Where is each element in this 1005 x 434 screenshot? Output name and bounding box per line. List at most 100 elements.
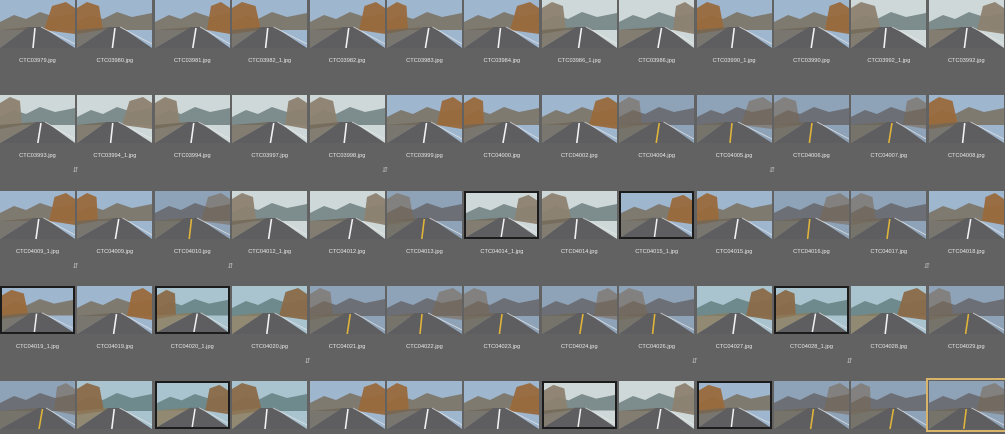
photo-cell[interactable]: CTC03999.jpg <box>387 95 462 165</box>
photo-thumbnail[interactable] <box>77 190 153 239</box>
photo-thumbnail[interactable] <box>309 285 385 334</box>
photo-cell[interactable]: CTC04015.jpg <box>696 190 772 261</box>
photo-thumbnail[interactable] <box>851 381 927 430</box>
photo-thumbnail[interactable] <box>0 95 75 144</box>
photo-cell[interactable]: CTC03992_1.jpg <box>851 0 927 70</box>
photo-cell[interactable] <box>925 378 1005 434</box>
photo-thumbnail[interactable] <box>232 285 308 334</box>
photo-cell[interactable]: CTC03997.jpg <box>232 95 308 165</box>
photo-cell[interactable] <box>464 381 540 434</box>
photo-thumbnail[interactable] <box>619 285 695 334</box>
photo-thumbnail[interactable] <box>387 285 462 334</box>
photo-cell[interactable]: CTC04019.jpg <box>77 285 153 356</box>
photo-thumbnail[interactable] <box>774 285 849 334</box>
photo-thumbnail[interactable] <box>77 95 153 144</box>
photo-thumbnail[interactable] <box>696 381 772 430</box>
photo-cell[interactable] <box>851 381 927 434</box>
photo-thumbnail[interactable] <box>154 190 230 239</box>
photo-cell[interactable]: CTC04019_1.jpg <box>0 285 75 356</box>
photo-cell[interactable] <box>696 381 772 434</box>
stack-badge-icon[interactable]: ⇵ <box>72 263 79 270</box>
photo-thumbnail[interactable] <box>464 95 540 144</box>
photo-cell[interactable]: CTC04007.jpg <box>851 95 927 165</box>
stack-badge-icon[interactable]: ⇵ <box>382 167 389 174</box>
photo-cell[interactable]: CTC03994_1.jpg <box>77 95 153 165</box>
photo-cell[interactable] <box>0 381 75 434</box>
photo-thumbnail[interactable] <box>232 95 308 144</box>
photo-thumbnail[interactable] <box>154 0 230 48</box>
photo-thumbnail[interactable] <box>928 190 1004 239</box>
photo-cell[interactable] <box>232 381 308 434</box>
photo-thumbnail[interactable] <box>77 285 153 334</box>
photo-thumbnail[interactable] <box>464 285 540 334</box>
photo-cell[interactable]: CTC03990.jpg <box>774 0 849 70</box>
photo-thumbnail[interactable] <box>232 381 308 430</box>
photo-thumbnail[interactable] <box>232 190 308 239</box>
photo-cell[interactable]: CTC03990_1.jpg <box>696 0 772 70</box>
photo-thumbnail[interactable] <box>619 190 695 239</box>
photo-cell[interactable]: CTC04000.jpg <box>464 95 540 165</box>
photo-cell[interactable]: CTC04029.jpg <box>928 285 1004 356</box>
photo-thumbnail[interactable] <box>0 381 75 430</box>
photo-thumbnail[interactable] <box>154 95 230 144</box>
photo-cell[interactable]: CTC04021.jpg <box>309 285 385 356</box>
photo-thumbnail[interactable] <box>619 0 695 48</box>
photo-cell[interactable] <box>774 381 849 434</box>
photo-cell[interactable]: CTC04023.jpg <box>464 285 540 356</box>
photo-thumbnail[interactable] <box>387 95 462 144</box>
stack-badge-icon[interactable]: ⇵ <box>923 263 930 270</box>
photo-thumbnail[interactable] <box>541 381 617 430</box>
photo-cell[interactable]: CTC03986_1.jpg <box>541 0 617 70</box>
photo-cell[interactable]: CTC04004.jpg <box>619 95 695 165</box>
photo-cell[interactable]: CTC04013.jpg <box>387 190 462 261</box>
photo-cell[interactable]: CTC04009_1.jpg ⇵ <box>0 190 78 270</box>
photo-cell[interactable]: CTC04012_1.jpg <box>232 190 308 261</box>
stack-badge-icon[interactable]: ⇵ <box>227 263 234 270</box>
photo-thumbnail[interactable] <box>928 0 1004 48</box>
photo-cell[interactable]: CTC03993.jpg ⇵ <box>0 95 78 174</box>
photo-cell[interactable]: CTC04010.jpg ⇵ <box>154 190 233 270</box>
photo-thumbnail[interactable] <box>154 285 230 334</box>
photo-thumbnail[interactable] <box>851 95 927 144</box>
photo-thumbnail[interactable] <box>464 190 540 239</box>
photo-cell[interactable]: CTC04020.jpg ⇵ <box>232 285 311 365</box>
photo-cell[interactable]: CTC04002.jpg <box>541 95 617 165</box>
photo-cell[interactable] <box>309 381 385 434</box>
photo-thumbnail[interactable] <box>387 0 462 48</box>
photo-cell[interactable]: CTC03994.jpg <box>154 95 230 165</box>
stack-badge-icon[interactable]: ⇵ <box>72 167 79 174</box>
photo-cell[interactable]: CTC04020_1.jpg <box>154 285 230 356</box>
photo-cell[interactable]: CTC04012.jpg <box>309 190 385 261</box>
photo-cell[interactable]: CTC04026.jpg ⇵ <box>619 285 698 365</box>
photo-thumbnail[interactable] <box>464 0 540 48</box>
photo-cell[interactable]: CTC03992.jpg <box>928 0 1004 70</box>
photo-thumbnail[interactable] <box>77 381 153 430</box>
photo-cell[interactable] <box>619 381 695 434</box>
photo-cell[interactable]: CTC04017.jpg ⇵ <box>851 190 930 270</box>
photo-thumbnail[interactable] <box>851 285 927 334</box>
photo-cell[interactable]: CTC04015_1.jpg <box>619 190 695 261</box>
photo-thumbnail[interactable] <box>154 381 230 430</box>
stack-badge-icon[interactable]: ⇵ <box>304 358 311 365</box>
photo-cell[interactable]: CTC04018.jpg <box>928 190 1004 261</box>
photo-thumbnail[interactable] <box>851 0 927 48</box>
photo-thumbnail[interactable] <box>309 0 385 48</box>
photo-thumbnail[interactable] <box>774 190 849 239</box>
photo-thumbnail[interactable] <box>309 95 385 144</box>
photo-cell[interactable]: CTC03998.jpg ⇵ <box>309 95 388 174</box>
photo-thumbnail[interactable] <box>928 285 1004 334</box>
photo-cell[interactable]: CTC04006.jpg <box>774 95 849 165</box>
photo-cell[interactable]: CTC04024.jpg <box>541 285 617 356</box>
stack-badge-icon[interactable]: ⇵ <box>691 358 698 365</box>
photo-cell[interactable]: CTC03984.jpg <box>464 0 540 70</box>
photo-cell[interactable]: CTC04016.jpg <box>774 190 849 261</box>
photo-thumbnail[interactable] <box>309 381 385 430</box>
photo-thumbnail[interactable] <box>232 0 308 48</box>
photo-cell[interactable]: CTC03979.jpg <box>0 0 75 70</box>
photo-thumbnail[interactable] <box>387 381 462 430</box>
photo-cell[interactable]: CTC04008.jpg <box>928 95 1004 165</box>
photo-thumbnail[interactable] <box>541 285 617 334</box>
photo-thumbnail[interactable] <box>928 95 1004 144</box>
photo-thumbnail[interactable] <box>77 0 153 48</box>
photo-thumbnail[interactable] <box>309 190 385 239</box>
